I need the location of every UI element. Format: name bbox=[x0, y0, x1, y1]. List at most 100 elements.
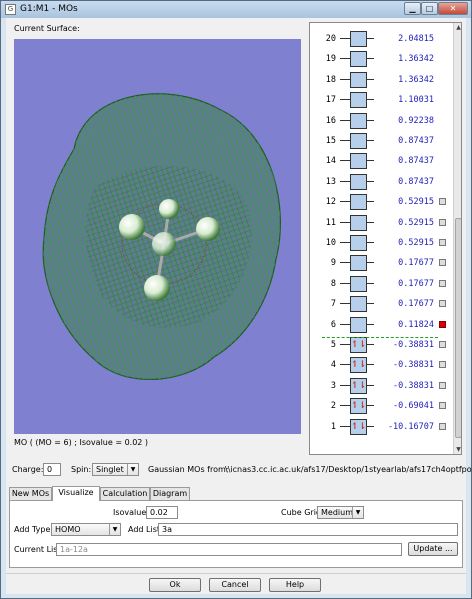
empty-orbital-icon[interactable] bbox=[350, 92, 367, 109]
empty-orbital-icon[interactable] bbox=[350, 275, 367, 292]
orbital-row[interactable]: 7 0.17677 bbox=[310, 294, 452, 314]
tab-calculation[interactable]: Calculation bbox=[100, 487, 150, 500]
help-button[interactable]: Help bbox=[269, 578, 321, 592]
orbital-row[interactable]: 3 ↿⇂ -0.38831 bbox=[310, 376, 452, 396]
isovalue-label: Isovalue: bbox=[113, 508, 149, 517]
empty-orbital-icon[interactable] bbox=[350, 153, 367, 170]
orbital-number: 16 bbox=[325, 115, 336, 126]
chevron-down-icon: ▼ bbox=[127, 464, 138, 475]
cube-grid-select[interactable]: Medium ▼ bbox=[317, 506, 364, 519]
orbital-row[interactable]: 10 0.52915 bbox=[310, 233, 452, 253]
app-icon[interactable]: G bbox=[5, 4, 16, 15]
spin-label: Spin: bbox=[71, 465, 92, 474]
orbital-checkbox[interactable] bbox=[439, 259, 446, 267]
orbital-row[interactable]: 1 ↿⇂ -10.16707 bbox=[310, 417, 452, 437]
orbital-energy: -0.38831 bbox=[393, 380, 434, 391]
orbital-energy: -0.38831 bbox=[393, 360, 434, 371]
orbital-checkbox[interactable] bbox=[439, 361, 446, 369]
occupied-orbital-icon[interactable]: ↿⇂ bbox=[350, 337, 367, 353]
orbital-selected-checkbox[interactable] bbox=[439, 320, 446, 328]
orbital-checkbox[interactable] bbox=[439, 279, 446, 287]
empty-orbital-icon[interactable] bbox=[350, 214, 367, 231]
scroll-up-arrow-icon[interactable]: ▲ bbox=[454, 23, 461, 32]
empty-orbital-icon[interactable] bbox=[350, 296, 367, 313]
orbital-surface-render bbox=[42, 93, 281, 380]
orbital-row[interactable]: 5 ↿⇂ -0.38831 bbox=[310, 335, 452, 355]
spin-select-value: Singlet bbox=[96, 465, 124, 474]
vertical-scrollbar[interactable]: ▲ ▼ bbox=[453, 23, 461, 454]
empty-orbital-icon[interactable] bbox=[350, 112, 367, 129]
add-list-field[interactable]: 3a bbox=[158, 523, 458, 536]
orbital-energy: 0.87437 bbox=[398, 136, 434, 146]
title-bar[interactable]: G G1:M1 - MOs ▁ □ ✕ bbox=[1, 1, 471, 18]
tab-new-mos[interactable]: New MOs bbox=[9, 487, 52, 500]
empty-orbital-icon[interactable] bbox=[350, 71, 367, 88]
empty-orbital-icon[interactable] bbox=[350, 31, 367, 47]
maximize-button[interactable]: □ bbox=[421, 2, 438, 15]
occupied-orbital-icon[interactable]: ↿⇂ bbox=[350, 357, 367, 374]
add-type-label: Add Type: bbox=[14, 525, 54, 534]
orbital-checkbox[interactable] bbox=[439, 422, 446, 430]
chevron-down-icon: ▼ bbox=[352, 507, 363, 518]
occupied-orbital-icon[interactable]: ↿⇂ bbox=[350, 418, 367, 435]
tab-diagram[interactable]: Diagram bbox=[150, 487, 190, 500]
empty-orbital-icon[interactable] bbox=[350, 173, 367, 190]
orbital-checkbox[interactable] bbox=[439, 402, 446, 410]
orbital-number: 3 bbox=[330, 380, 336, 391]
orbital-checkbox[interactable] bbox=[439, 198, 446, 206]
cancel-button[interactable]: Cancel bbox=[209, 578, 261, 592]
orbital-row[interactable]: 14 0.87437 bbox=[310, 151, 452, 171]
occupied-orbital-icon[interactable]: ↿⇂ bbox=[350, 398, 367, 415]
orbital-number: 18 bbox=[325, 74, 336, 85]
orbital-row[interactable]: 19 1.36342 bbox=[310, 49, 452, 69]
orbital-row[interactable]: 16 0.92238 bbox=[310, 111, 452, 131]
orbital-energy: 0.52915 bbox=[398, 217, 434, 228]
tab-visualize[interactable]: Visualize bbox=[52, 486, 100, 501]
minimize-button[interactable]: ▁ bbox=[404, 2, 421, 15]
scroll-down-arrow-icon[interactable]: ▼ bbox=[454, 445, 461, 454]
orbital-row[interactable]: 15 0.87437 bbox=[310, 131, 452, 151]
orbital-energy: -0.38831 bbox=[393, 340, 434, 350]
orbital-row[interactable]: 6 0.11824 bbox=[310, 315, 452, 335]
close-button[interactable]: ✕ bbox=[438, 2, 468, 15]
orbital-row[interactable]: 11 0.52915 bbox=[310, 213, 452, 233]
empty-orbital-icon[interactable] bbox=[350, 51, 367, 68]
orbital-row[interactable]: 2 ↿⇂ -0.69041 bbox=[310, 396, 452, 416]
orbital-number: 15 bbox=[325, 136, 336, 146]
orbital-row[interactable]: 9 0.17677 bbox=[310, 253, 452, 273]
gaussian-mos-label: Gaussian MOs from: bbox=[148, 465, 229, 474]
orbital-row[interactable]: 8 0.17677 bbox=[310, 274, 452, 294]
orbital-checkbox[interactable] bbox=[439, 300, 446, 308]
empty-orbital-icon[interactable] bbox=[350, 194, 367, 211]
orbital-row[interactable]: 13 0.87437 bbox=[310, 172, 452, 192]
orbital-row[interactable]: 12 0.52915 bbox=[310, 192, 452, 212]
add-type-select-value: HOMO bbox=[55, 525, 81, 534]
spin-select[interactable]: Singlet ▼ bbox=[92, 463, 139, 476]
orbital-checkbox[interactable] bbox=[439, 218, 446, 226]
orbital-row[interactable]: 4 ↿⇂ -0.38831 bbox=[310, 355, 452, 375]
ok-button[interactable]: Ok bbox=[149, 578, 201, 592]
orbital-row[interactable]: 18 1.36342 bbox=[310, 70, 452, 90]
orbital-energy: 0.17677 bbox=[398, 299, 434, 310]
add-type-select[interactable]: HOMO ▼ bbox=[51, 523, 121, 536]
occupied-orbital-icon[interactable]: ↿⇂ bbox=[350, 377, 367, 394]
orbital-energy: 0.11824 bbox=[398, 319, 434, 330]
update-button[interactable]: Update ... bbox=[408, 542, 458, 556]
orbital-checkbox[interactable] bbox=[439, 381, 446, 389]
empty-orbital-icon[interactable] bbox=[350, 133, 367, 149]
scrollbar-thumb[interactable] bbox=[455, 218, 461, 438]
orbital-row[interactable]: 17 1.10031 bbox=[310, 90, 452, 110]
charge-label: Charge: bbox=[12, 465, 44, 474]
empty-orbital-icon[interactable] bbox=[350, 235, 367, 251]
isovalue-field[interactable]: 0.02 bbox=[146, 506, 178, 519]
orbital-checkbox[interactable] bbox=[439, 341, 446, 348]
orbital-energy: 0.87437 bbox=[398, 156, 434, 167]
orbital-row[interactable]: 20 2.04815 bbox=[310, 29, 452, 49]
molecule-viewport[interactable] bbox=[14, 39, 301, 434]
empty-orbital-icon[interactable] bbox=[350, 255, 367, 272]
orbital-number: 12 bbox=[325, 197, 336, 208]
empty-orbital-icon[interactable] bbox=[350, 316, 367, 333]
mo-energy-diagram[interactable]: 20 2.04815 19 1.36342 18 1.36342 17 1.10031 16 0.… bbox=[309, 22, 462, 455]
orbital-checkbox[interactable] bbox=[439, 239, 446, 246]
charge-field[interactable]: 0 bbox=[43, 463, 61, 476]
